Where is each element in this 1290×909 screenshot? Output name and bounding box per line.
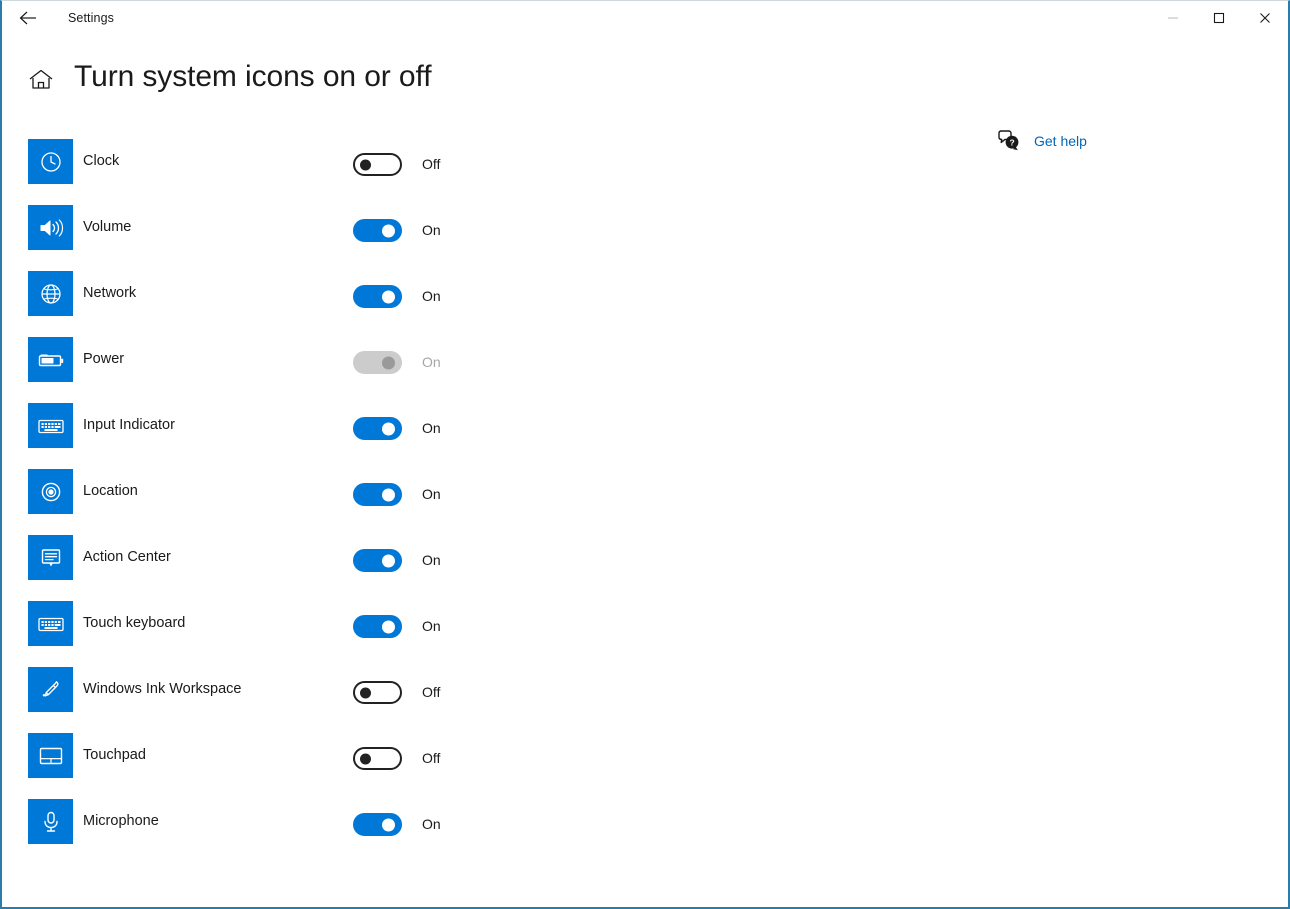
toggle-state-label: On [422, 354, 441, 370]
pen-ink-icon [28, 667, 73, 712]
system-icon-toggle-group: On [353, 417, 441, 440]
system-icon-row: Touchpad Off [28, 733, 528, 799]
system-icon-label: Network [83, 285, 137, 301]
action-center-icon [28, 535, 73, 580]
toggle-state-label: On [422, 222, 441, 238]
toggle-thumb [382, 422, 395, 435]
touch-keyboard-icon [28, 601, 73, 646]
toggle-state-label: Off [422, 750, 441, 766]
svg-text:?: ? [1009, 137, 1014, 147]
toggle-switch[interactable] [353, 813, 402, 836]
system-icon-row: Touch keyboard On [28, 601, 528, 667]
toggle-thumb [382, 818, 395, 831]
location-target-icon [28, 469, 73, 514]
back-arrow-icon[interactable] [6, 2, 50, 34]
system-icon-label: Microphone [83, 813, 159, 829]
get-help-link[interactable]: ? Get help [997, 129, 1087, 153]
toggle-switch[interactable] [353, 483, 402, 506]
toggle-switch[interactable] [353, 153, 402, 176]
toggle-state-label: On [422, 618, 441, 634]
toggle-thumb [382, 356, 395, 369]
toggle-state-label: On [422, 552, 441, 568]
toggle-thumb [360, 753, 371, 764]
close-icon[interactable] [1242, 1, 1288, 34]
page-title: Turn system icons on or off [74, 60, 432, 93]
minimize-icon[interactable] [1150, 1, 1196, 34]
toggle-thumb [360, 687, 371, 698]
toggle-state-label: On [422, 288, 441, 304]
battery-power-icon [28, 337, 73, 382]
system-icon-label: Volume [83, 219, 132, 235]
toggle-switch[interactable] [353, 681, 402, 704]
system-icon-row: Windows Ink Workspace Off [28, 667, 528, 733]
system-icon-toggle-group: Off [353, 747, 440, 770]
system-icon-label: Action Center [83, 549, 171, 565]
toggle-switch[interactable] [353, 219, 402, 242]
system-icon-toggle-group: On [353, 219, 441, 242]
title-bar: Settings [2, 1, 1288, 35]
system-icon-row: Input Indicator On [28, 403, 528, 469]
toggle-switch[interactable] [353, 615, 402, 638]
system-icons-list: Clock Off Volume On Network On Power On [28, 139, 528, 865]
system-icon-toggle-group: On [353, 615, 441, 638]
system-icon-row: Power On [28, 337, 528, 403]
system-icon-label: Input Indicator [83, 417, 175, 433]
system-icon-toggle-group: On [353, 549, 441, 572]
microphone-icon [28, 799, 73, 844]
network-globe-icon [28, 271, 73, 316]
system-icon-toggle-group: On [353, 351, 441, 374]
system-icon-toggle-group: On [353, 813, 441, 836]
system-icon-row: Microphone On [28, 799, 528, 865]
maximize-icon[interactable] [1196, 1, 1242, 34]
toggle-thumb [382, 488, 395, 501]
page-header: Turn system icons on or off [26, 59, 432, 95]
clock-icon [28, 139, 73, 184]
toggle-switch[interactable] [353, 417, 402, 440]
toggle-switch[interactable] [353, 285, 402, 308]
system-icon-row: Location On [28, 469, 528, 535]
volume-icon [28, 205, 73, 250]
system-icon-row: Volume On [28, 205, 528, 271]
keyboard-input-icon [28, 403, 73, 448]
system-icon-label: Clock [83, 153, 120, 169]
system-icon-row: Clock Off [28, 139, 528, 205]
toggle-state-label: Off [422, 156, 441, 172]
toggle-switch [353, 351, 402, 374]
system-icon-toggle-group: On [353, 285, 441, 308]
system-icon-label: Power [83, 351, 125, 367]
home-icon[interactable] [26, 65, 56, 95]
system-icon-row: Network On [28, 271, 528, 337]
toggle-thumb [382, 620, 395, 633]
settings-window: Settings Turn system icons on or off ? G… [0, 0, 1290, 909]
system-icon-label: Location [83, 483, 138, 499]
touchpad-icon [28, 733, 73, 778]
toggle-thumb [360, 159, 371, 170]
toggle-switch[interactable] [353, 549, 402, 572]
toggle-state-label: On [422, 486, 441, 502]
system-icon-label: Touchpad [83, 747, 146, 763]
app-title: Settings [68, 10, 114, 25]
toggle-state-label: On [422, 420, 441, 436]
system-icon-toggle-group: On [353, 483, 441, 506]
help-question-bubble-icon: ? [997, 129, 1021, 153]
caption-buttons [1150, 1, 1288, 34]
toggle-thumb [382, 224, 395, 237]
toggle-thumb [382, 554, 395, 567]
system-icon-toggle-group: Off [353, 153, 440, 176]
system-icon-label: Windows Ink Workspace [83, 681, 242, 697]
system-icon-toggle-group: Off [353, 681, 440, 704]
toggle-switch[interactable] [353, 747, 402, 770]
toggle-thumb [382, 290, 395, 303]
toggle-state-label: Off [422, 684, 441, 700]
toggle-state-label: On [422, 816, 441, 832]
system-icon-label: Touch keyboard [83, 615, 186, 631]
system-icon-row: Action Center On [28, 535, 528, 601]
get-help-label: Get help [1034, 133, 1087, 149]
